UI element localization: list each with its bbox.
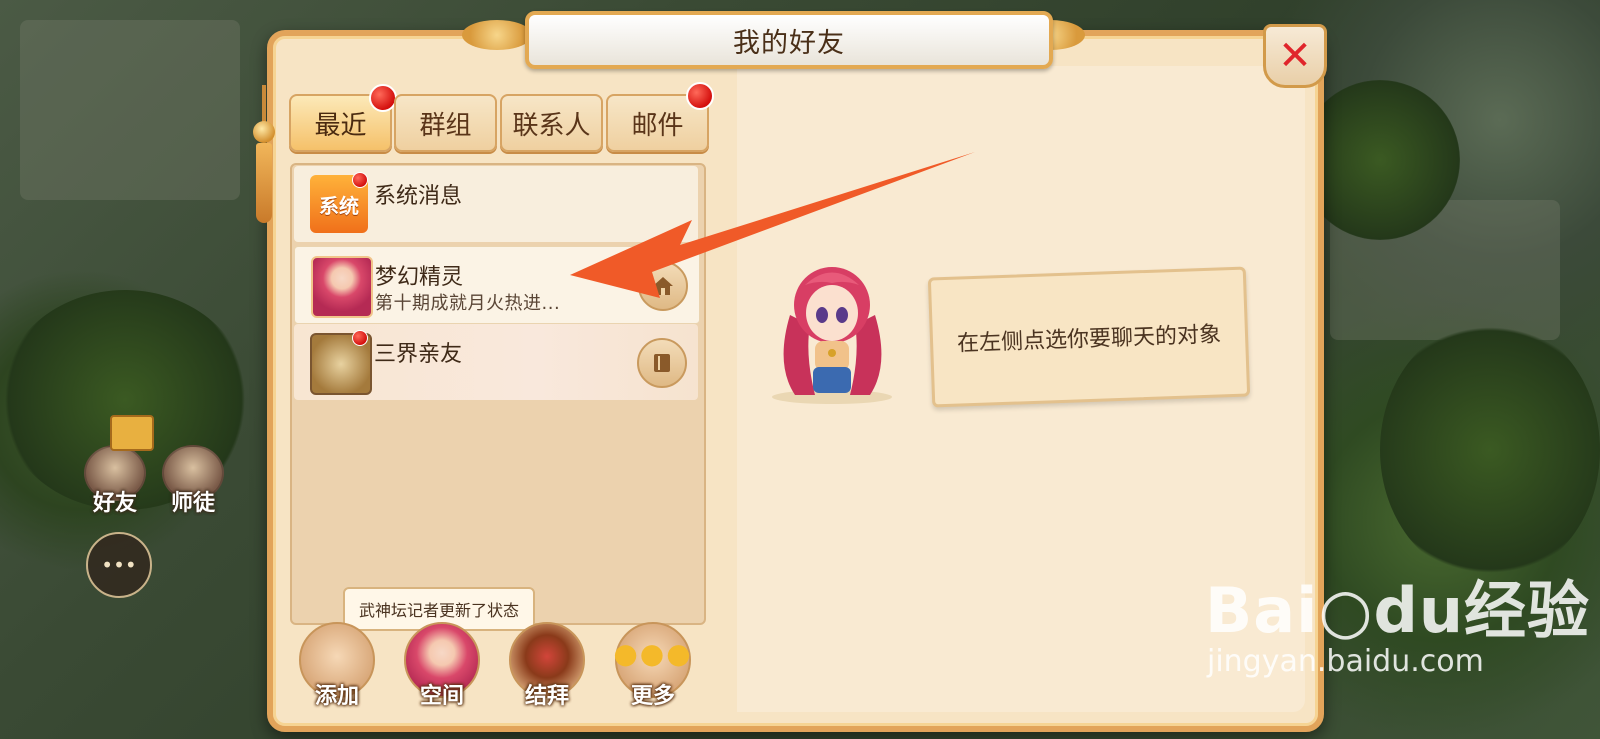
- notification-dot: [369, 84, 397, 112]
- conversation-name: 系统消息: [374, 184, 463, 209]
- more-button[interactable]: ●●● 更多: [613, 622, 692, 710]
- book-icon: [654, 354, 670, 372]
- book-button[interactable]: [637, 338, 687, 388]
- empty-state-hint: 在左侧点选你要聊天的对象: [956, 322, 1222, 357]
- notification-dot: [352, 330, 368, 346]
- background-stone: [20, 20, 240, 200]
- tab-recent-label: 最近: [314, 110, 367, 141]
- dialog-title: 我的好友: [733, 27, 845, 59]
- envelope-icon: [110, 415, 154, 451]
- hud-friends-button[interactable]: 好友: [84, 445, 146, 517]
- hud-mentor-label: 师徒: [170, 491, 215, 516]
- add-friend-label: 添加: [314, 684, 359, 709]
- tooltip-text: 武神坛记者更新了状态: [359, 601, 520, 620]
- background-tree: [1300, 80, 1460, 240]
- more-label: 更多: [630, 684, 675, 709]
- watermark-logo: Bai○du经验: [1205, 574, 1590, 647]
- sprite-avatar: [311, 256, 373, 318]
- chat-dots-icon: •••: [101, 553, 137, 577]
- add-friend-button[interactable]: 添加: [298, 622, 376, 710]
- tab-groups-label: 群组: [419, 110, 472, 141]
- dialog-title-banner: 我的好友: [525, 11, 1053, 69]
- conversation-name: 梦幻精灵: [375, 265, 464, 290]
- close-icon: ✕: [1278, 33, 1312, 79]
- baidu-watermark: Bai○du经验 jingyan.baidu.com: [1205, 560, 1590, 679]
- tab-contacts-label: 联系人: [512, 110, 591, 141]
- tab-contacts[interactable]: 联系人: [500, 94, 603, 152]
- sworn-label: 结拜: [524, 684, 569, 709]
- sworn-button[interactable]: 结拜: [508, 622, 586, 710]
- tassel-ornament: [253, 85, 275, 225]
- hud-mentor-button[interactable]: 师徒: [162, 445, 224, 517]
- notification-dot: [352, 172, 368, 188]
- space-button[interactable]: 空间: [403, 622, 481, 710]
- conversation-preview: 第十期成就月火热进...: [375, 293, 561, 314]
- hud-mail-icon[interactable]: [110, 415, 154, 451]
- banner-scroll-left: [462, 20, 532, 50]
- background-tree: [1380, 320, 1600, 580]
- hud-friends-label: 好友: [92, 491, 137, 516]
- hud-chat-button[interactable]: •••: [86, 532, 152, 598]
- annotation-arrow: [570, 152, 975, 298]
- tab-groups[interactable]: 群组: [394, 94, 497, 152]
- space-label: 空间: [419, 684, 464, 709]
- tab-mail-label: 邮件: [631, 110, 684, 141]
- list-item-three-realms-friends[interactable]: 三界亲友: [294, 324, 698, 400]
- notification-dot: [686, 82, 714, 110]
- close-button[interactable]: ✕: [1263, 24, 1327, 88]
- system-avatar-text: 系统: [319, 193, 359, 218]
- conversation-name: 三界亲友: [374, 342, 463, 367]
